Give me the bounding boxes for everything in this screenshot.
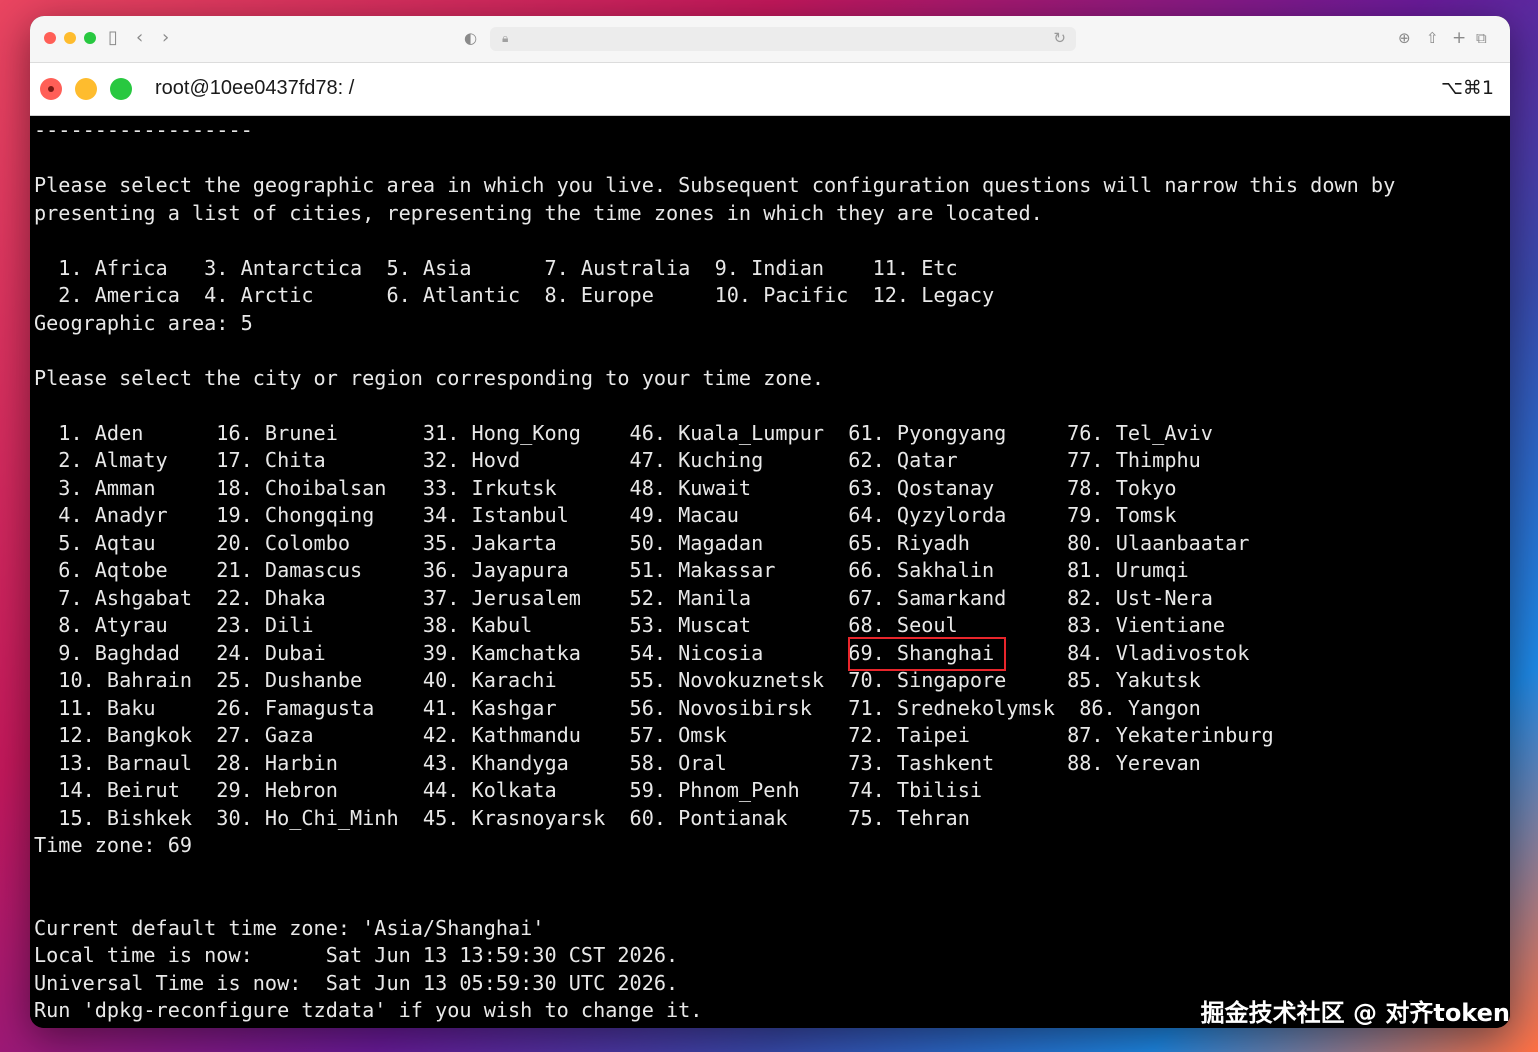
reload-icon[interactable]: ↻	[1053, 29, 1066, 47]
terminal-line: 15. Bishkek 30. Ho_Chi_Minh 45. Krasnoya…	[34, 805, 970, 830]
terminal-line: Universal Time is now: Sat Jun 13 05:59:…	[34, 970, 679, 995]
terminal-line: Please select the geographic area in whi…	[34, 173, 1396, 197]
terminal-line: Current default time zone: 'Asia/Shangha…	[34, 915, 545, 940]
tab-overview-icon[interactable]: ⧉	[1476, 28, 1487, 48]
terminal-title: root@10ee0437fd78: /	[155, 77, 355, 99]
terminal-line: 2. America 4. Arctic 6. Atlantic 8. Euro…	[34, 283, 995, 307]
terminal-close-button[interactable]	[40, 78, 62, 100]
minimize-window-button[interactable]	[64, 32, 76, 44]
back-icon[interactable]: ‹	[136, 28, 143, 48]
browser-toolbar: ▯ ‹ › ◐ 🔒︎ ↻ ⊕ ⇧ + ⧉	[30, 16, 1510, 63]
terminal-line: presenting a list of cities, representin…	[34, 200, 1043, 225]
privacy-shield-icon[interactable]: ◐	[464, 28, 477, 48]
terminal-line: 7. Ashgabat 22. Dhaka 37. Jerusalem 52. …	[34, 585, 1213, 610]
terminal-line: 13. Barnaul 28. Harbin 43. Khandyga 58. …	[34, 750, 1201, 775]
terminal-line: 5. Aqtau 20. Colombo 35. Jakarta 50. Mag…	[34, 530, 1250, 555]
terminal-line: ------------------	[34, 118, 253, 142]
app-window: ▯ ‹ › ◐ 🔒︎ ↻ ⊕ ⇧ + ⧉ root@10ee0437fd78: …	[30, 16, 1510, 1028]
forward-icon[interactable]: ›	[162, 28, 169, 48]
terminal-zoom-button[interactable]	[110, 78, 132, 100]
terminal-line: 2. Almaty 17. Chita 32. Hovd 47. Kuching…	[34, 448, 1201, 472]
terminal-line: Time zone: 69	[34, 833, 193, 857]
watermark: 掘金技术社区 @ 对齐token	[1200, 999, 1510, 1027]
terminal-line: Please select the city or region corresp…	[34, 365, 825, 390]
terminal-line: Run 'dpkg-reconfigure tzdata' if you wis…	[34, 998, 703, 1022]
close-window-button[interactable]	[44, 32, 56, 44]
shanghai-highlight-box	[848, 637, 1006, 671]
new-tab-icon[interactable]: +	[1452, 28, 1466, 48]
sidebar-toggle-icon[interactable]: ▯	[108, 28, 118, 48]
terminal-line: 14. Beirut 29. Hebron 44. Kolkata 59. Ph…	[34, 778, 983, 802]
terminal-line: 11. Baku 26. Famagusta 41. Kashgar 56. N…	[34, 695, 1201, 720]
address-bar[interactable]: 🔒︎ ↻	[490, 27, 1076, 51]
terminal-line: 12. Bangkok 27. Gaza 42. Kathmandu 57. O…	[34, 723, 1274, 747]
terminal-line: 1. Aden 16. Brunei 31. Hong_Kong 46. Kua…	[34, 420, 1213, 445]
terminal-titlebar: root@10ee0437fd78: / ⌥⌘1	[30, 63, 1510, 116]
terminal-text: ------------------ Please select the geo…	[34, 117, 1395, 1025]
terminal-line: 3. Amman 18. Choibalsan 33. Irkutsk 48. …	[34, 475, 1177, 500]
terminal-line: 6. Aqtobe 21. Damascus 36. Jayapura 51. …	[34, 558, 1189, 582]
terminal-line: 4. Anadyr 19. Chongqing 34. Istanbul 49.…	[34, 503, 1177, 527]
extensions-icon[interactable]: ⊕	[1398, 28, 1411, 48]
terminal-line: Geographic area: 5	[34, 310, 253, 335]
terminal-line: 9. Baghdad 24. Dubai 39. Kamchatka 54. N…	[34, 640, 1250, 665]
terminal-line: 8. Atyrau 23. Dili 38. Kabul 53. Muscat …	[34, 613, 1226, 637]
terminal-line: 1. Africa 3. Antarctica 5. Asia 7. Austr…	[34, 255, 958, 280]
terminal-minimize-button[interactable]	[75, 78, 97, 100]
share-icon[interactable]: ⇧	[1426, 28, 1439, 48]
terminal-output[interactable]: ------------------ Please select the geo…	[30, 116, 1510, 1028]
terminal-line: 10. Bahrain 25. Dushanbe 40. Karachi 55.…	[34, 668, 1201, 692]
lock-icon: 🔒︎	[502, 31, 509, 45]
zoom-window-button[interactable]	[84, 32, 96, 44]
tab-shortcut-label: ⌥⌘1	[1441, 77, 1494, 99]
terminal-line: Local time is now: Sat Jun 13 13:59:30 C…	[34, 943, 679, 967]
